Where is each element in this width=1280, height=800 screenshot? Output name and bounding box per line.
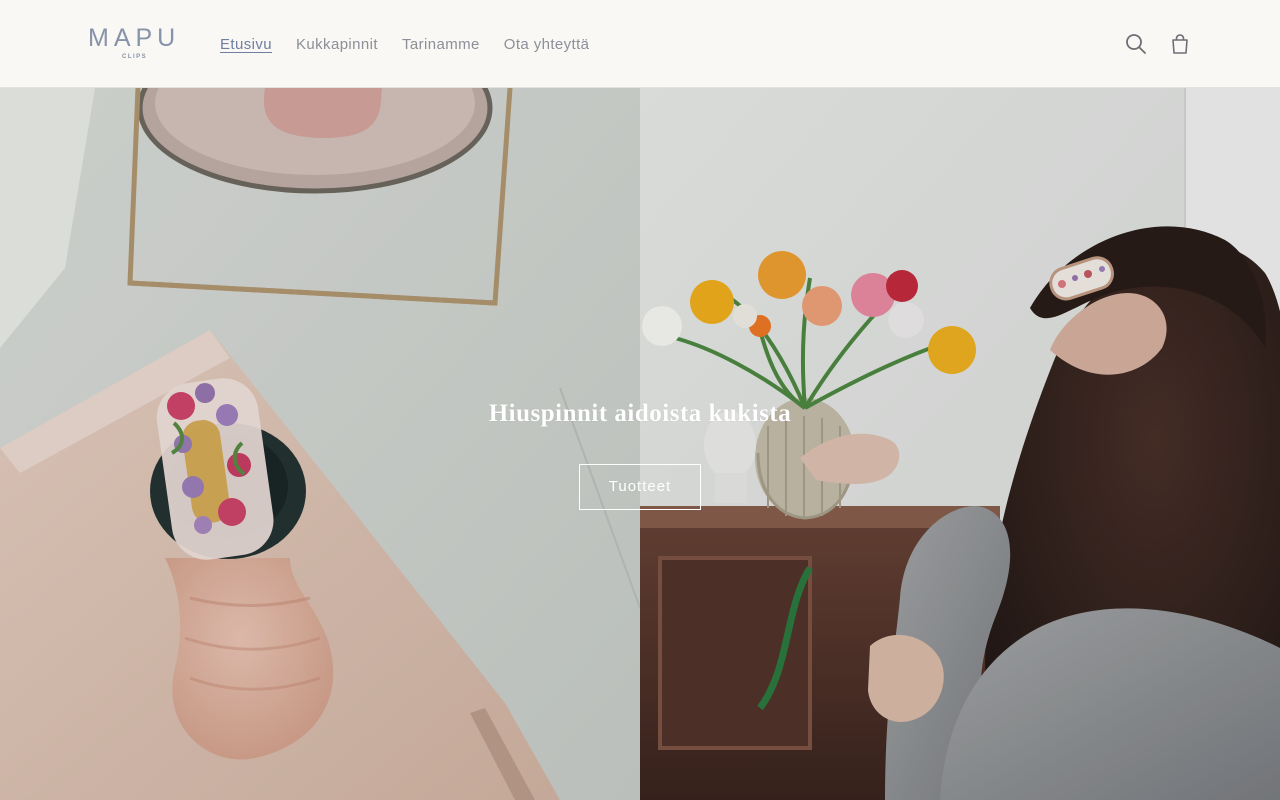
- nav-item-kukkapinnit[interactable]: Kukkapinnit: [296, 36, 378, 53]
- nav-item-tarinamme[interactable]: Tarinamme: [402, 36, 480, 53]
- hero-banner: Hiuspinnit aidoista kukista Tuotteet: [0, 88, 1280, 800]
- main-navigation: Etusivu Kukkapinnit Tarinamme Ota yhteyt…: [220, 32, 589, 56]
- hero-content: Hiuspinnit aidoista kukista Tuotteet: [0, 398, 1280, 510]
- site-header: MAPU CLIPS Etusivu Kukkapinnit Tarinamme…: [0, 0, 1280, 88]
- hero-title: Hiuspinnit aidoista kukista: [488, 400, 792, 427]
- products-button[interactable]: Tuotteet: [579, 464, 701, 510]
- logo-subtitle: CLIPS: [122, 54, 148, 60]
- nav-item-ota-yhteytta[interactable]: Ota yhteyttä: [504, 36, 590, 53]
- cart-icon: [1172, 34, 1188, 54]
- logo-wordmark: MAPU: [88, 24, 181, 52]
- cart-button[interactable]: [1164, 28, 1196, 60]
- search-button[interactable]: [1120, 28, 1152, 60]
- nav-item-etusivu[interactable]: Etusivu: [220, 36, 272, 53]
- brand-logo[interactable]: MAPU CLIPS: [88, 24, 184, 64]
- search-icon: [1126, 34, 1146, 54]
